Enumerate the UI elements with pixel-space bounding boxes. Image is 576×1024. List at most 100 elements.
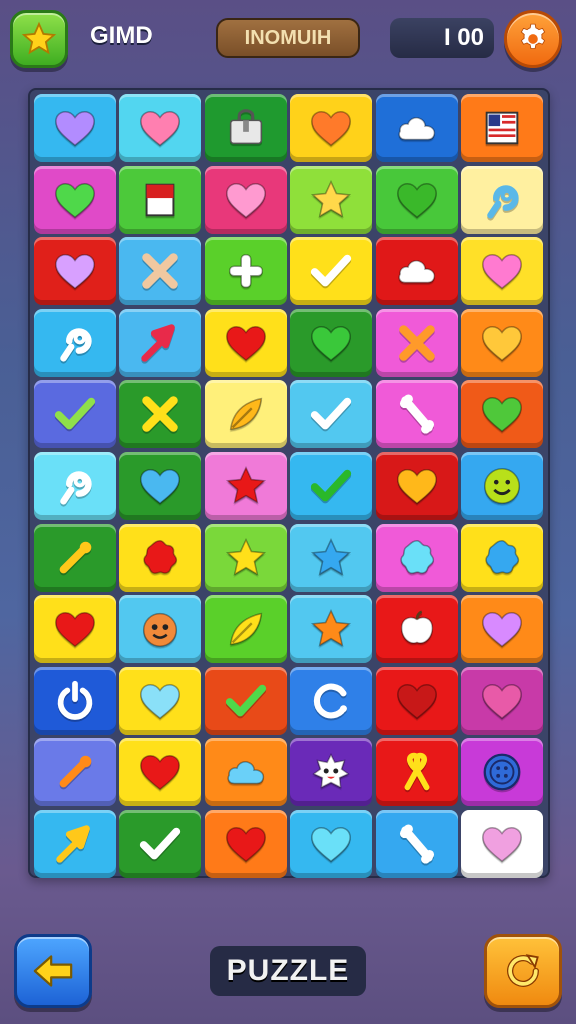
card-icon xyxy=(146,183,175,216)
tile[interactable] xyxy=(460,809,543,878)
tile[interactable] xyxy=(375,595,458,664)
star-button[interactable] xyxy=(10,10,68,68)
heart-icon xyxy=(55,182,95,218)
tile[interactable] xyxy=(460,523,543,592)
tile[interactable] xyxy=(290,666,373,735)
score-display: I 00 xyxy=(390,18,494,58)
game-title: GIMD xyxy=(90,22,153,49)
heart-icon xyxy=(482,826,522,863)
tile[interactable] xyxy=(204,809,287,878)
tile[interactable] xyxy=(34,380,116,449)
arrow-icon xyxy=(141,324,176,362)
cloud-icon xyxy=(397,117,435,141)
cross-icon xyxy=(398,325,435,361)
tile[interactable] xyxy=(204,165,287,234)
tile[interactable] xyxy=(34,94,116,162)
tile[interactable] xyxy=(375,237,458,306)
tile[interactable] xyxy=(119,738,202,807)
star-icon xyxy=(311,537,352,576)
tile[interactable] xyxy=(460,451,543,520)
heart-icon xyxy=(482,325,522,362)
back-button[interactable] xyxy=(14,934,92,1008)
check-icon xyxy=(140,827,181,860)
tile[interactable] xyxy=(34,308,116,377)
pin-icon xyxy=(60,471,92,505)
tile[interactable] xyxy=(290,237,373,306)
leaf-icon xyxy=(229,398,262,431)
tile[interactable] xyxy=(290,809,373,878)
tile[interactable] xyxy=(204,523,287,592)
tile[interactable] xyxy=(119,523,202,592)
tile[interactable] xyxy=(119,380,202,449)
tile[interactable] xyxy=(34,523,116,592)
heart-icon xyxy=(482,397,522,433)
tile[interactable] xyxy=(460,738,543,807)
leaf-icon xyxy=(229,612,262,646)
tile[interactable] xyxy=(290,523,373,592)
tile[interactable] xyxy=(119,165,202,234)
star-icon xyxy=(311,609,352,648)
tile[interactable] xyxy=(375,523,458,592)
tile[interactable] xyxy=(290,451,373,520)
tile[interactable] xyxy=(119,237,202,306)
tile[interactable] xyxy=(119,451,202,520)
tile[interactable] xyxy=(34,451,116,520)
tile[interactable] xyxy=(460,666,543,735)
check-icon xyxy=(311,398,352,430)
tile[interactable] xyxy=(34,595,116,664)
tile[interactable] xyxy=(375,380,458,449)
tile[interactable] xyxy=(119,94,202,162)
tile[interactable] xyxy=(119,666,202,735)
cross-icon xyxy=(142,396,179,433)
tile[interactable] xyxy=(204,738,287,807)
tile[interactable] xyxy=(375,451,458,520)
tile[interactable] xyxy=(204,666,287,735)
tile[interactable] xyxy=(34,809,116,878)
ring-icon xyxy=(314,683,348,719)
tile[interactable] xyxy=(375,809,458,878)
heart-icon xyxy=(140,755,181,791)
tile[interactable] xyxy=(290,308,373,377)
tile[interactable] xyxy=(204,380,287,449)
tile[interactable] xyxy=(460,237,543,306)
tile[interactable] xyxy=(375,94,458,162)
tile[interactable] xyxy=(119,809,202,878)
tile[interactable] xyxy=(290,165,373,234)
tile[interactable] xyxy=(119,308,202,377)
heart-icon xyxy=(55,612,95,648)
tile[interactable] xyxy=(204,595,287,664)
heart-icon xyxy=(396,182,437,218)
tile[interactable] xyxy=(204,451,287,520)
tile[interactable] xyxy=(290,595,373,664)
tile[interactable] xyxy=(290,94,373,162)
cross-icon xyxy=(142,253,179,289)
tile[interactable] xyxy=(34,738,116,807)
tile[interactable] xyxy=(460,595,543,664)
pin-icon xyxy=(60,328,92,362)
tile[interactable] xyxy=(34,237,116,306)
tile[interactable] xyxy=(204,94,287,162)
tile[interactable] xyxy=(460,94,543,162)
tile[interactable] xyxy=(119,595,202,664)
tile[interactable] xyxy=(34,666,116,735)
tile[interactable] xyxy=(375,308,458,377)
check-icon xyxy=(225,684,266,717)
bag-icon xyxy=(229,109,262,145)
settings-button[interactable] xyxy=(504,10,562,68)
tile[interactable] xyxy=(34,165,116,234)
tile[interactable] xyxy=(375,666,458,735)
tile[interactable] xyxy=(204,237,287,306)
tile[interactable] xyxy=(375,738,458,807)
tile[interactable] xyxy=(375,165,458,234)
tile[interactable] xyxy=(460,308,543,377)
tile[interactable] xyxy=(460,380,543,449)
tile[interactable] xyxy=(290,738,373,807)
tile[interactable] xyxy=(204,308,287,377)
tile[interactable] xyxy=(460,165,543,234)
heart-icon xyxy=(225,182,266,218)
star-icon xyxy=(311,179,352,218)
restart-button[interactable] xyxy=(484,934,562,1008)
tile[interactable] xyxy=(290,380,373,449)
button-icon xyxy=(483,753,521,791)
heart-icon xyxy=(311,826,352,863)
